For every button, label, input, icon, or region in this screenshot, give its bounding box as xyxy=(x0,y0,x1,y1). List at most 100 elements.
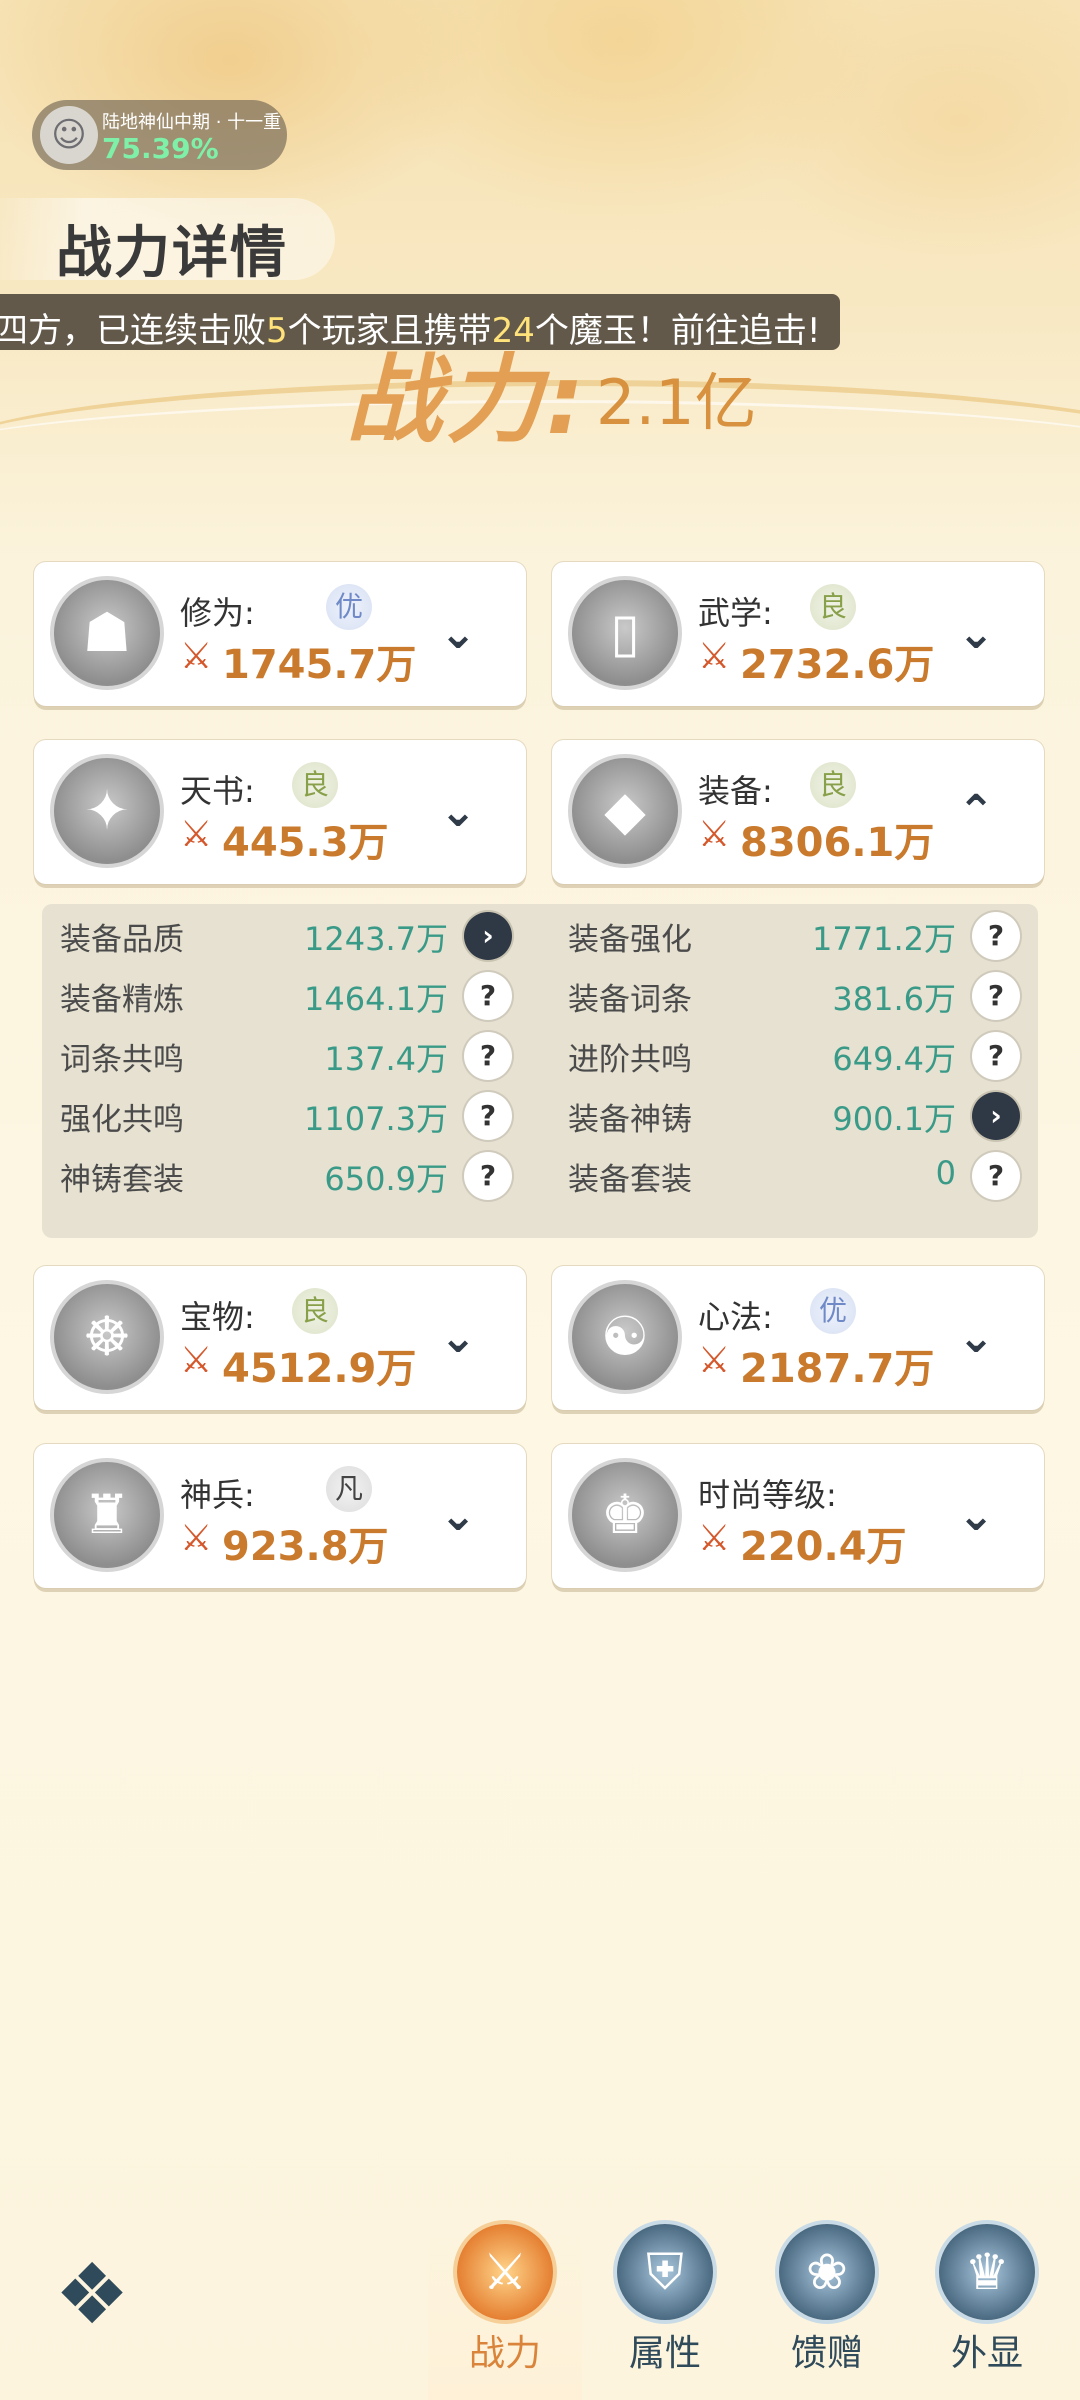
power-value: 2.1亿 xyxy=(596,366,757,439)
card-label: 心法: xyxy=(698,1298,773,1336)
detail-label: 装备套装 xyxy=(568,1162,692,1198)
expand-chevron-icon[interactable]: ⌄ xyxy=(430,784,486,840)
help-icon[interactable]: ? xyxy=(972,1032,1020,1080)
tab-gifts[interactable]: ❀ 馈赠 xyxy=(752,2220,902,2400)
grade-badge: 良 xyxy=(292,1288,338,1334)
detail-value: 137.4万 xyxy=(324,1040,448,1078)
card-value: 220.4万 xyxy=(740,1524,907,1570)
card-heavenly-book[interactable]: ✦ 天书: 良 ⚔ 445.3万 ⌄ xyxy=(34,740,526,884)
detail-label: 装备品质 xyxy=(60,922,184,958)
detail-value: 650.9万 xyxy=(324,1160,448,1198)
detail-value: 381.6万 xyxy=(832,980,956,1018)
card-value: 2187.7万 xyxy=(740,1346,935,1392)
detail-label: 词条共鸣 xyxy=(60,1042,184,1078)
card-fashion-level[interactable]: ♚ 时尚等级: ⚔ 220.4万 ⌄ xyxy=(552,1444,1044,1588)
detail-row-affix: 装备词条 381.6万 ? xyxy=(550,964,1030,1020)
detail-value: 0 xyxy=(935,1154,956,1192)
help-icon[interactable]: ? xyxy=(464,1092,512,1140)
help-icon[interactable]: ? xyxy=(972,912,1020,960)
card-label: 武学: xyxy=(698,594,773,632)
tab-label: 外显 xyxy=(950,2333,1023,2374)
card-cultivation[interactable]: ☗ 修为: 优 ⚔ 1745.7万 ⌄ xyxy=(34,562,526,706)
card-value: 1745.7万 xyxy=(222,642,417,688)
realm-progress: 75.39% xyxy=(102,132,219,165)
shield-emblem-icon: ⛨ xyxy=(617,2224,713,2320)
detail-label: 装备精炼 xyxy=(60,982,184,1018)
help-icon[interactable]: ? xyxy=(972,1152,1020,1200)
card-value: 8306.1万 xyxy=(740,820,935,866)
detail-row-equip-set: 装备套装 0 ? xyxy=(550,1144,1030,1200)
power-icon: ⚔ xyxy=(698,1518,731,1559)
tab-label: 属性 xyxy=(628,2333,701,2374)
chevron-right-icon[interactable]: › xyxy=(972,1092,1020,1140)
tab-label: 战力 xyxy=(468,2333,541,2374)
card-mind-method[interactable]: ☯ 心法: 优 ⚔ 2187.7万 ⌄ xyxy=(552,1266,1044,1410)
expand-chevron-icon[interactable]: ⌄ xyxy=(948,1310,1004,1366)
chevron-right-icon[interactable]: › xyxy=(464,912,512,960)
detail-value: 1107.3万 xyxy=(304,1100,448,1138)
detail-row-divine-forge: 装备神铸 900.1万 › xyxy=(550,1084,1030,1140)
power-icon: ⚔ xyxy=(180,814,213,855)
card-label: 修为: xyxy=(180,594,255,632)
tab-power[interactable]: ⚔ 战力 xyxy=(430,2220,580,2400)
grade-badge: 优 xyxy=(810,1288,856,1334)
expand-chevron-icon[interactable]: ⌄ xyxy=(430,606,486,662)
card-label: 装备: xyxy=(698,772,773,810)
scroll-book-icon: ✦ xyxy=(50,754,164,868)
detail-value: 1243.7万 xyxy=(304,920,448,958)
equipment-detail-panel: 装备品质 1243.7万 › 装备强化 1771.2万 ? 装备精炼 1464.… xyxy=(42,904,1038,1238)
page-title: 战力详情 xyxy=(56,221,288,286)
help-icon[interactable]: ? xyxy=(464,1152,512,1200)
tab-label: 馈赠 xyxy=(790,2333,863,2374)
robe-icon: ♚ xyxy=(568,1458,682,1572)
detail-label: 装备词条 xyxy=(568,982,692,1018)
grade-badge: 良 xyxy=(810,584,856,630)
crown-emblem-icon: ♛ xyxy=(939,2224,1035,2320)
grade-badge: 优 xyxy=(326,584,372,630)
card-label: 宝物: xyxy=(180,1298,255,1336)
expand-chevron-icon[interactable]: ⌄ xyxy=(948,606,1004,662)
detail-row-forge-set: 神铸套装 650.9万 ? xyxy=(42,1144,522,1200)
power-icon: ⚔ xyxy=(698,1340,731,1381)
expand-chevron-icon[interactable]: ⌄ xyxy=(430,1310,486,1366)
marquee-text: 四方，已连续击败5个玩家且携带24个魔玉！前往追击! xyxy=(0,311,821,350)
card-martial[interactable]: ▯ 武学: 良 ⚔ 2732.6万 ⌄ xyxy=(552,562,1044,706)
detail-label: 强化共鸣 xyxy=(60,1102,184,1138)
avatar-icon: ☺ xyxy=(40,106,98,164)
card-label: 天书: xyxy=(180,772,255,810)
card-label: 时尚等级: xyxy=(698,1476,837,1514)
detail-row-enhance-resonance: 强化共鸣 1107.3万 ? xyxy=(42,1084,522,1140)
tab-appearance[interactable]: ♛ 外显 xyxy=(912,2220,1062,2400)
detail-label: 进阶共鸣 xyxy=(568,1042,692,1078)
card-equipment[interactable]: ◆ 装备: 良 ⚔ 8306.1万 ⌃ xyxy=(552,740,1044,884)
gem-box-icon: ◆ xyxy=(568,754,682,868)
marquee-defeat-count: 5 xyxy=(266,311,288,350)
tab-attributes[interactable]: ⛨ 属性 xyxy=(590,2220,740,2400)
detail-row-affix-resonance: 词条共鸣 137.4万 ? xyxy=(42,1024,522,1080)
book-icon: ▯ xyxy=(568,576,682,690)
detail-row-quality: 装备品质 1243.7万 › xyxy=(42,904,522,960)
expand-chevron-icon[interactable]: ⌄ xyxy=(430,1488,486,1544)
detail-value: 900.1万 xyxy=(832,1100,956,1138)
collapse-chevron-icon[interactable]: ⌃ xyxy=(948,784,1004,840)
help-icon[interactable]: ? xyxy=(972,972,1020,1020)
grade-badge: 良 xyxy=(292,762,338,808)
realm-title: 陆地神仙中期 · 十一重 xyxy=(102,112,282,133)
expand-chevron-icon[interactable]: ⌄ xyxy=(948,1488,1004,1544)
power-icon: ⚔ xyxy=(180,1340,213,1381)
page-title-bar: 战力详情 xyxy=(0,198,335,286)
help-icon[interactable]: ? xyxy=(464,972,512,1020)
grade-badge: 良 xyxy=(810,762,856,808)
power-icon: ⚔ xyxy=(180,1518,213,1559)
detail-label: 神铸套装 xyxy=(60,1162,184,1198)
card-divine-weapon[interactable]: ♜ 神兵: 凡 ⚔ 923.8万 ⌄ xyxy=(34,1444,526,1588)
card-treasure[interactable]: ☸ 宝物: 良 ⚔ 4512.9万 ⌄ xyxy=(34,1266,526,1410)
menu-emblem-icon[interactable]: ❖ xyxy=(40,2250,144,2338)
help-icon[interactable]: ? xyxy=(464,1032,512,1080)
crossed-swords-icon: ⚔ xyxy=(457,2224,553,2320)
marquee-banner[interactable]: 四方，已连续击败5个玩家且携带24个魔玉！前往追击! xyxy=(0,294,840,350)
realm-badge[interactable]: ☺ 陆地神仙中期 · 十一重 75.39% xyxy=(32,100,287,170)
detail-label: 装备神铸 xyxy=(568,1102,692,1138)
card-value: 2732.6万 xyxy=(740,642,935,688)
detail-value: 1464.1万 xyxy=(304,980,448,1018)
